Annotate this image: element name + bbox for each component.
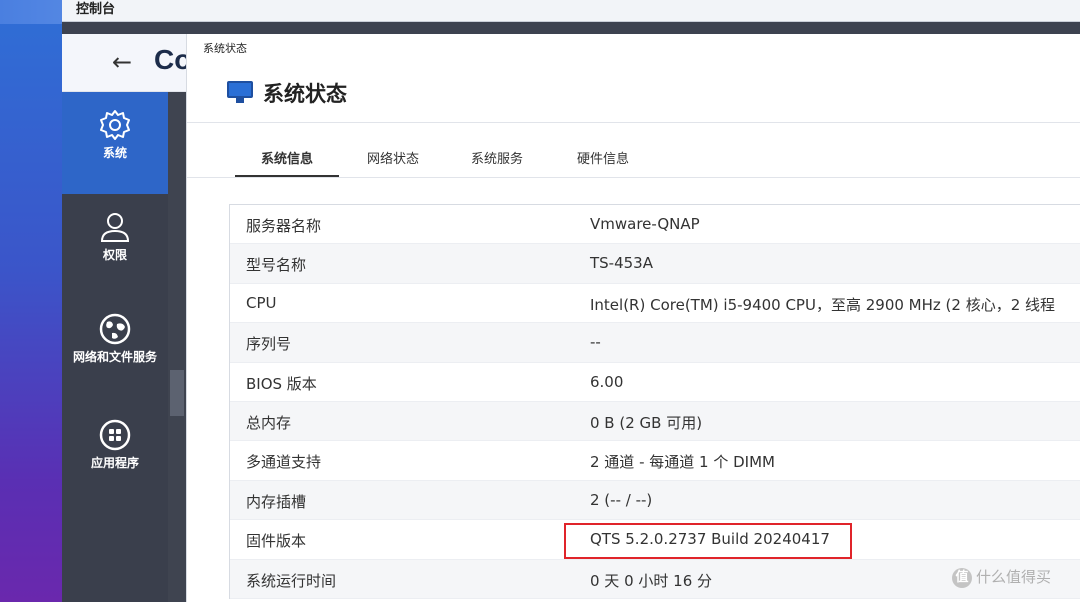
sidebar-item-network[interactable]: 网络和文件服务 [62, 296, 168, 398]
apps-grid-icon [99, 419, 131, 451]
row-value: QTS 5.2.0.2737 Build 20240417 [590, 530, 830, 549]
table-row: 总内存 0 B (2 GB 可用) [230, 401, 1080, 442]
sidebar-item-system[interactable]: 系统 [62, 92, 168, 194]
row-key: 序列号 [246, 335, 292, 354]
monitor-icon [227, 81, 253, 103]
table-row: CPU Intel(R) Core(TM) i5-9400 CPU，至高 290… [230, 284, 1080, 324]
globe-icon [99, 313, 131, 345]
divider [187, 177, 1080, 178]
tab-hardware-info[interactable]: 硬件信息 [563, 146, 643, 178]
system-info-table: 服务器名称 Vmware-QNAP 型号名称 TS-453A CPU Intel… [229, 204, 1080, 599]
table-row: 服务器名称 Vmware-QNAP [230, 205, 1080, 245]
control-panel-header: ← Co [62, 34, 191, 92]
row-key: 型号名称 [246, 256, 307, 275]
table-row: BIOS 版本 6.00 [230, 363, 1080, 402]
row-key: 多通道支持 [246, 453, 322, 472]
system-status-panel: 系统状态 系统状态 系统信息 网络状态 系统服务 硬件信息 服务器名称 Vmwa… [186, 34, 1080, 602]
sidebar-item-label: 权限 [102, 248, 127, 262]
sidebar-item-apps[interactable]: 应用程序 [62, 402, 168, 504]
row-value: Intel(R) Core(TM) i5-9400 CPU，至高 2900 MH… [590, 295, 1056, 314]
row-value: 2 通道 - 每通道 1 个 DIMM [590, 453, 775, 472]
row-value: 0 B (2 GB 可用) [590, 413, 703, 432]
row-key: BIOS 版本 [246, 374, 317, 393]
sidebar-item-permissions[interactable]: 权限 [62, 194, 168, 296]
row-key: 内存插槽 [246, 492, 307, 511]
sidebar-item-label: 应用程序 [90, 456, 139, 470]
table-row: 序列号 -- [230, 323, 1080, 363]
row-value: 2 (-- / --) [590, 490, 653, 509]
sidebar-scroll-track [168, 92, 186, 602]
tab-network-status[interactable]: 网络状态 [353, 146, 433, 178]
sidebar-scrollbar-thumb[interactable] [170, 370, 184, 416]
sidebar-item-label: 网络和文件服务 [72, 350, 157, 364]
row-key: CPU [246, 293, 277, 312]
row-value: -- [590, 333, 601, 352]
watermark: 值什么值得买 [952, 566, 1051, 588]
row-key: 总内存 [246, 413, 292, 432]
row-key: 服务器名称 [246, 217, 322, 235]
window-title: 控制台 [76, 2, 116, 17]
sidebar-item-label: 系统 [102, 146, 127, 160]
tab-system-info[interactable]: 系统信息 [235, 146, 339, 178]
panel-caption: 系统状态 [203, 42, 247, 55]
divider [187, 122, 1080, 123]
row-key: 固件版本 [246, 532, 307, 551]
back-arrow-icon[interactable]: ← [112, 48, 132, 76]
window-title-bar[interactable]: 控制台 [62, 0, 1080, 22]
table-row: 多通道支持 2 通道 - 每通道 1 个 DIMM [230, 441, 1080, 481]
row-value: 6.00 [590, 372, 624, 391]
watermark-text: 什么值得买 [976, 568, 1052, 586]
row-key: 系统运行时间 [246, 571, 337, 590]
window-toolbar [62, 22, 1080, 34]
row-value: TS-453A [590, 254, 653, 273]
gear-icon [100, 110, 130, 140]
table-row: 型号名称 TS-453A [230, 244, 1080, 284]
sidebar: 系统 权限 网络和文件服务 应用程序 [62, 92, 168, 602]
table-row: 内存插槽 2 (-- / --) [230, 480, 1080, 521]
table-row: 固件版本 QTS 5.2.0.2737 Build 20240417 [230, 520, 1080, 560]
user-icon [100, 213, 130, 242]
tab-system-services[interactable]: 系统服务 [457, 146, 537, 178]
page-title-text: 系统状态 [263, 82, 347, 106]
row-value: 0 天 0 小时 16 分 [590, 571, 713, 590]
row-value: Vmware-QNAP [590, 215, 700, 233]
watermark-badge: 值 [952, 567, 972, 588]
